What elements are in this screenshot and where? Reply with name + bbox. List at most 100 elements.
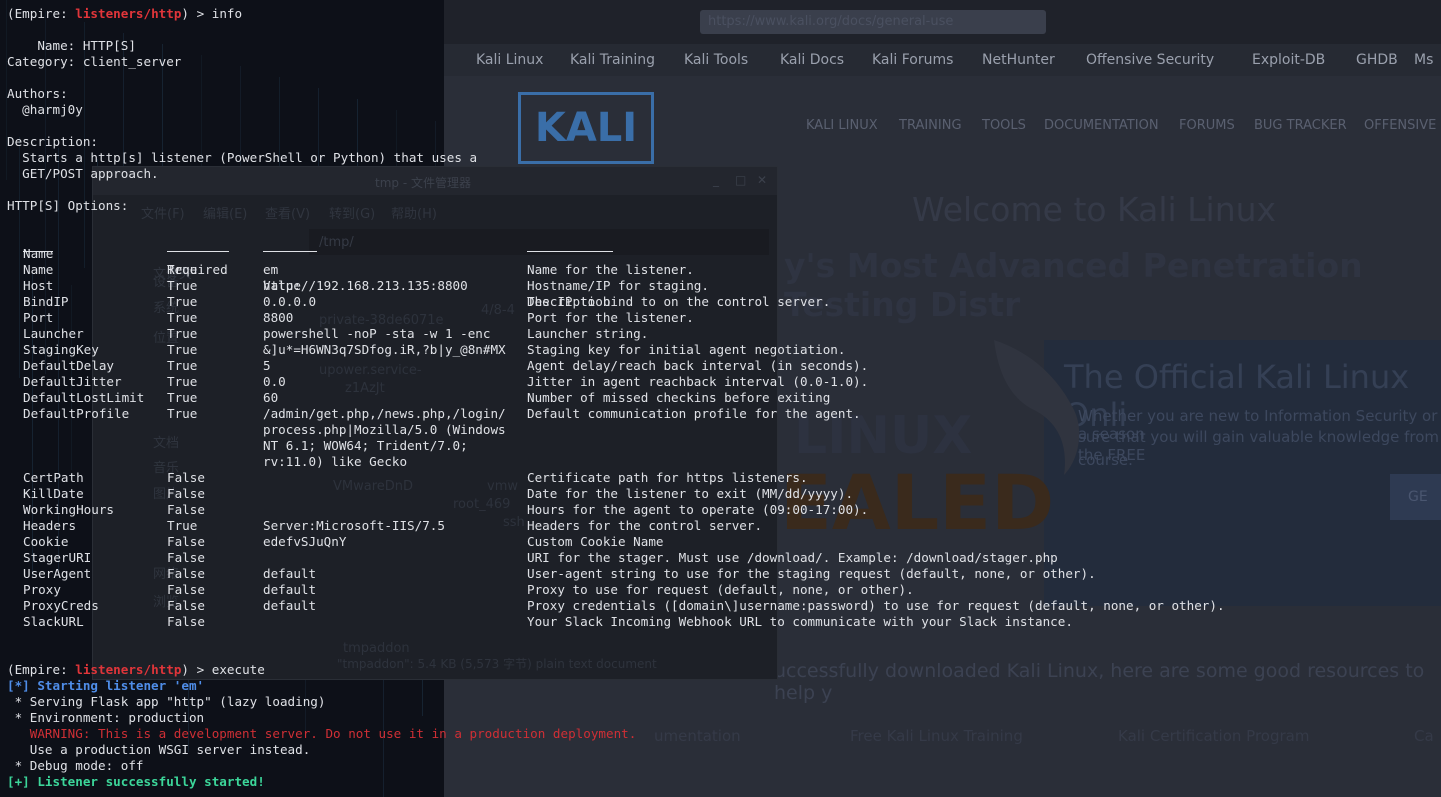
option-name: WorkingHours <box>23 502 114 517</box>
option-required: True <box>167 262 198 277</box>
option-value: em <box>263 262 279 277</box>
option-required: True <box>167 326 198 341</box>
prompt-prefix: (Empire: <box>7 6 76 21</box>
option-description: The IP to bind to on the control server. <box>527 294 831 309</box>
option-description: Proxy credentials ([domain\]username:pas… <box>527 598 1225 613</box>
command-text: info <box>211 6 243 21</box>
option-value: &]u*=H6WN3q7SDfog.iR,?b|y_@8n#MX <box>263 342 506 357</box>
option-value: powershell -noP -sta -w 1 -enc <box>263 326 491 341</box>
option-value: http://192.168.213.135:8800 <box>263 278 468 293</box>
option-value: rv:11.0) like Gecko <box>263 454 408 469</box>
option-description: Staging key for initial agent negotiatio… <box>527 342 846 357</box>
option-description: Launcher string. <box>527 326 649 341</box>
option-required: True <box>167 390 198 405</box>
option-required: True <box>167 278 198 293</box>
flask-debug-line: * Debug mode: off <box>7 758 144 773</box>
option-required: True <box>167 518 198 533</box>
options-label: HTTP[S] Options: <box>7 198 129 213</box>
prompt-line: (Empire: listeners/http) > execute <box>7 662 265 678</box>
option-value: NT 6.1; WOW64; Trident/7.0; <box>263 438 468 453</box>
terminal-window[interactable]: (Empire: listeners/http) > info Name: HT… <box>7 6 1437 797</box>
option-name: Port <box>23 310 54 325</box>
option-description: User-agent string to use for the staging… <box>527 566 1096 581</box>
option-name: DefaultProfile <box>23 406 130 421</box>
option-name: StagingKey <box>23 342 99 357</box>
option-description: Headers for the control server. <box>527 518 763 533</box>
option-required: False <box>167 598 205 613</box>
option-value: 0.0.0.0 <box>263 294 317 309</box>
option-description: Your Slack Incoming Webhook URL to commu… <box>527 614 1073 629</box>
option-description: Custom Cookie Name <box>527 534 664 549</box>
flask-warning-line: WARNING: This is a development server. D… <box>7 726 637 741</box>
option-value: default <box>263 566 317 581</box>
starting-listener-message: [*] Starting listener 'em' <box>7 678 205 693</box>
option-name: DefaultLostLimit <box>23 390 145 405</box>
option-description: Hostname/IP for staging. <box>527 278 709 293</box>
option-description: Default communication profile for the ag… <box>527 406 861 421</box>
option-required: True <box>167 374 198 389</box>
info-author: @harmj0y <box>7 102 83 117</box>
option-description: Date for the listener to exit (MM/dd/yyy… <box>527 486 854 501</box>
option-required: True <box>167 406 198 421</box>
prompt-module: listeners/http <box>75 6 182 21</box>
option-required: False <box>167 470 205 485</box>
header-underline <box>263 251 317 252</box>
option-value: process.php|Mozilla/5.0 (Windows <box>263 422 506 437</box>
option-value: default <box>263 598 317 613</box>
option-required: True <box>167 342 198 357</box>
info-authors-label: Authors: <box>7 86 68 101</box>
option-required: False <box>167 582 205 597</box>
option-name: DefaultDelay <box>23 358 114 373</box>
option-name: Host <box>23 278 54 293</box>
option-value: edefvSJuQnY <box>263 534 347 549</box>
info-description-line: GET/POST approach. <box>7 166 159 181</box>
option-required: False <box>167 614 205 629</box>
option-required: False <box>167 566 205 581</box>
option-value: 60 <box>263 390 279 405</box>
option-required: False <box>167 486 205 501</box>
option-description: URI for the stager. Must use /download/.… <box>527 550 1058 565</box>
option-name: CertPath <box>23 470 84 485</box>
option-value: default <box>263 582 317 597</box>
prompt-line: (Empire: listeners/http) > info <box>7 6 242 22</box>
option-value: /admin/get.php,/news.php,/login/ <box>263 406 506 421</box>
option-description: Agent delay/reach back interval (in seco… <box>527 358 869 373</box>
option-description: Hours for the agent to operate (09:00-17… <box>527 502 869 517</box>
option-description: Number of missed checkins before exiting <box>527 390 831 405</box>
option-value: 8800 <box>263 310 294 325</box>
flask-environment-line: * Environment: production <box>7 710 205 725</box>
header-name: Name <box>23 246 54 261</box>
info-description-line: Starts a http[s] listener (PowerShell or… <box>7 150 478 165</box>
header-underline <box>527 251 613 252</box>
option-required: True <box>167 294 198 309</box>
option-description: Proxy to use for request (default, none,… <box>527 582 914 597</box>
info-category: Category: client_server <box>7 54 182 69</box>
prompt-module: listeners/http <box>75 662 182 677</box>
command-text: execute <box>211 662 265 677</box>
listener-started-message: [+] Listener successfully started! <box>7 774 265 789</box>
flask-wsgi-line: Use a production WSGI server instead. <box>7 742 311 757</box>
option-required: False <box>167 534 205 549</box>
option-name: Proxy <box>23 582 61 597</box>
option-description: Port for the listener. <box>527 310 694 325</box>
option-name: Name <box>23 262 54 277</box>
option-required: False <box>167 550 205 565</box>
prompt-prefix: (Empire: <box>7 662 76 677</box>
option-description: Certificate path for https listeners. <box>527 470 808 485</box>
option-required: True <box>167 310 198 325</box>
option-name: KillDate <box>23 486 84 501</box>
option-required: True <box>167 358 198 373</box>
info-name: Name: HTTP[S] <box>7 38 136 53</box>
option-name: BindIP <box>23 294 69 309</box>
option-value: 5 <box>263 358 271 373</box>
option-name: DefaultJitter <box>23 374 122 389</box>
header-underline <box>23 251 53 252</box>
option-name: UserAgent <box>23 566 92 581</box>
option-description: Jitter in agent reachback interval (0.0-… <box>527 374 869 389</box>
info-description-label: Description: <box>7 134 98 149</box>
option-description: Name for the listener. <box>527 262 694 277</box>
option-name: Headers <box>23 518 77 533</box>
option-name: Cookie <box>23 534 69 549</box>
option-value: 0.0 <box>263 374 286 389</box>
header-underline <box>167 251 229 252</box>
